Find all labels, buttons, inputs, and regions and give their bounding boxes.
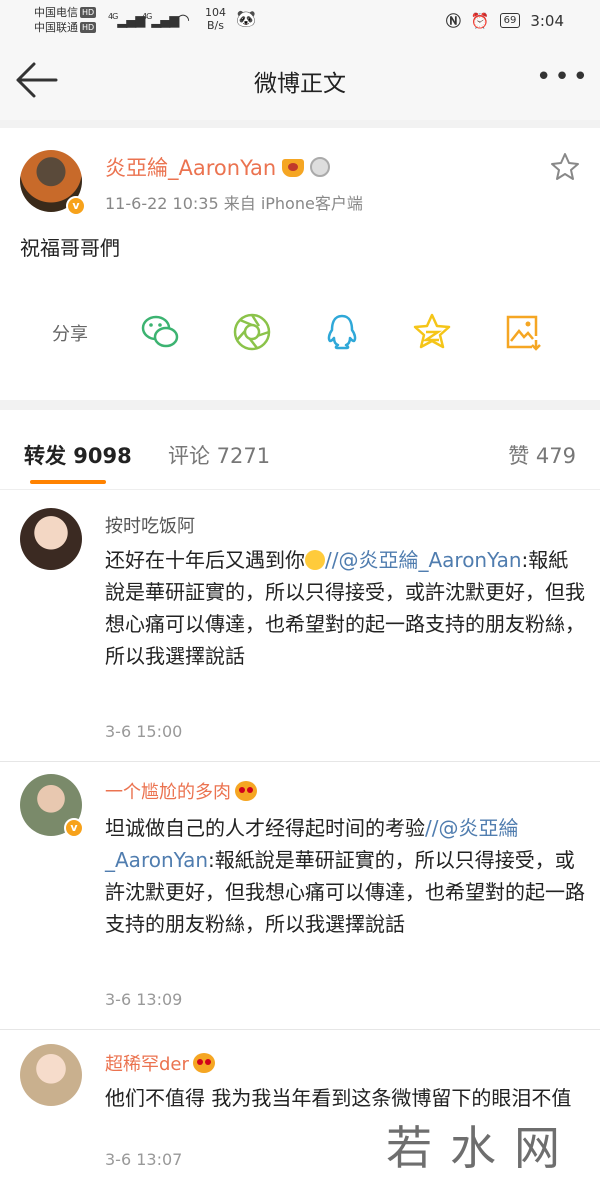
list-item[interactable]: v 一个尴尬的多肉 坦诚做自己的人才经得起时间的考验//@炎亞綸_AaronYa… [0,762,600,1030]
member-heart-icon [192,1053,215,1073]
carrier-2: 中国联通 [34,21,78,34]
image-download-icon [506,315,541,351]
post-card: v 炎亞綸_AaronYan 11-6-22 10:35 来自 iPhone客户… [0,128,600,400]
repost-list: 按时吃饭阿 还好在十年后又遇到你//@炎亞綸_AaronYan:報紙說是華研証實… [0,490,600,1192]
carrier-info: 中国电信 HD 中国联通 HD [34,5,97,35]
hd-badge: HD [80,7,97,18]
signal-icon: 4G▂▄▆ [108,12,145,29]
repost-time: 3-6 15:00 [105,722,183,741]
user-name[interactable]: 一个尴尬的多肉 [105,782,231,803]
list-item[interactable]: 超稀罕der 他们不值得 我为我当年看到这条微博留下的眼泪不值 3-6 13:0… [0,1030,600,1192]
alarm-icon: ⏰ [470,11,490,30]
status-bar: 中国电信 HD 中国联通 HD 4G▂▄▆ 4G▂▄▆ ◠ 104 B/s 🐼 Ⓝ ⏰… [0,0,600,40]
verified-badge-icon: v [64,818,84,838]
user-name-row: 超稀罕der [105,1050,215,1076]
user-avatar[interactable] [20,508,82,570]
tab-active-indicator [30,480,106,484]
page-title: 微博正文 [254,71,346,97]
post-text: 祝福哥哥們 [20,236,120,260]
vip-crown-icon [282,159,305,177]
tab-repost[interactable]: 转发 9098 [24,440,132,470]
star-icon [551,153,579,180]
author-name-row: 炎亞綸_AaronYan [105,152,331,182]
site-watermark: 若水网 [386,1121,578,1175]
repost-text: 还好在十年后又遇到你//@炎亞綸_AaronYan:報紙說是華研証實的，所以只得… [105,548,585,668]
tab-like[interactable]: 赞 479 [508,440,576,470]
panda-icon: 🐼 [236,9,256,28]
author-name[interactable]: 炎亞綸_AaronYan [105,156,276,180]
signal-icon: 4G▂▄▆ [142,12,179,29]
post-meta: 11-6-22 10:35 来自 iPhone客户端 [105,194,363,213]
list-item[interactable]: 按时吃饭阿 还好在十年后又遇到你//@炎亞綸_AaronYan:報紙說是華研証實… [0,490,600,762]
carrier-1: 中国电信 [34,6,78,19]
crying-emoji-icon [305,550,325,570]
repost-text: 坦诚做自己的人才经得起时间的考验//@炎亞綸_AaronYan:報紙說是華研証實… [105,816,585,936]
status-right: Ⓝ ⏰ 69 3:04 [446,10,564,31]
moments-icon [233,313,271,351]
wifi-icon: ◠ [176,10,190,29]
repost-time: 3-6 13:09 [105,990,183,1009]
nfc-icon: Ⓝ [445,12,461,30]
user-name[interactable]: 超稀罕der [105,1054,189,1075]
qzone-star-icon [413,313,451,349]
member-heart-icon [235,781,257,801]
tab-comment[interactable]: 评论 7271 [168,440,270,470]
favorite-button[interactable] [550,152,580,182]
more-options-button[interactable]: ••• [536,62,588,98]
mention-link[interactable]: //@炎亞綸_AaronYan [325,548,522,572]
share-qzone-button[interactable] [412,312,452,352]
share-wechat-button[interactable] [140,312,180,352]
share-label: 分享 [52,324,88,345]
share-qq-button[interactable] [322,312,362,352]
network-speed: 104 B/s [205,6,226,32]
author-avatar[interactable]: v [20,150,86,216]
tab-bar: 转发 9098 评论 7271 赞 479 [0,410,600,490]
user-avatar[interactable] [20,1044,82,1106]
repost-time: 3-6 13:07 [105,1150,183,1169]
medal-icon [310,157,331,177]
user-name-row: 一个尴尬的多肉 [105,778,257,804]
battery-indicator: 69 [499,13,521,28]
save-image-button[interactable] [502,312,542,352]
nav-bar: 微博正文 ••• [0,40,600,120]
qq-icon [327,314,357,350]
more-dots-icon: ••• [536,62,592,92]
verified-badge-icon: v [66,196,86,216]
user-name[interactable]: 按时吃饭阿 [105,512,195,538]
wechat-icon [141,315,179,348]
user-avatar[interactable]: v [20,774,84,838]
share-moments-button[interactable] [232,312,272,352]
hd-badge: HD [80,22,97,33]
share-row: 分享 [0,304,600,358]
clock-time: 3:04 [530,11,564,30]
repost-text: 他们不值得 我为我当年看到这条微博留下的眼泪不值 [105,1086,572,1110]
